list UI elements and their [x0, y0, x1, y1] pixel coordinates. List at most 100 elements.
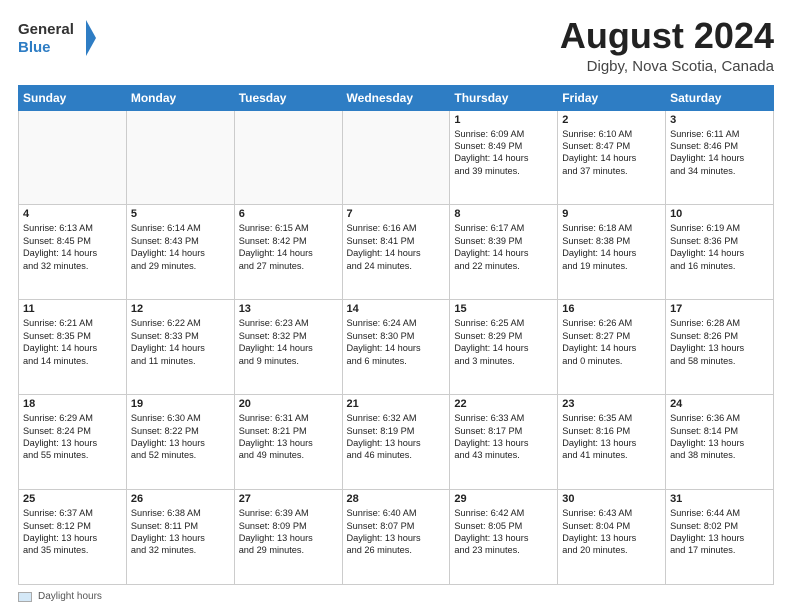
day-number: 11: [23, 303, 122, 315]
calendar-cell: 1Sunrise: 6:09 AM Sunset: 8:49 PM Daylig…: [450, 110, 558, 205]
day-info: Sunrise: 6:35 AM Sunset: 8:16 PM Dayligh…: [562, 412, 661, 462]
day-number: 22: [454, 398, 553, 410]
day-info: Sunrise: 6:25 AM Sunset: 8:29 PM Dayligh…: [454, 317, 553, 367]
weekday-header-sunday: Sunday: [19, 85, 127, 110]
day-info: Sunrise: 6:30 AM Sunset: 8:22 PM Dayligh…: [131, 412, 230, 462]
weekday-header-row: SundayMondayTuesdayWednesdayThursdayFrid…: [19, 85, 774, 110]
page: General Blue August 2024 Digby, Nova Sco…: [0, 0, 792, 612]
calendar-cell: [234, 110, 342, 205]
day-info: Sunrise: 6:09 AM Sunset: 8:49 PM Dayligh…: [454, 128, 553, 178]
calendar-cell: 5 Sunrise: 6:14 AM Sunset: 8:43 PM Daylig…: [126, 205, 234, 300]
day-number: 3: [670, 114, 769, 126]
calendar-cell: 11 Sunrise: 6:21 AM Sunset: 8:35 PM Dayli…: [19, 300, 127, 395]
svg-text:Blue: Blue: [18, 39, 51, 56]
calendar-table: SundayMondayTuesdayWednesdayThursdayFrid…: [18, 85, 774, 585]
week-row-1: 4 Sunrise: 6:13 AM Sunset: 8:45 PM Daylig…: [19, 205, 774, 300]
calendar-cell: 27Sunrise: 6:39 AM Sunset: 8:09 PM Dayli…: [234, 490, 342, 585]
calendar-cell: 15Sunrise: 6:25 AM Sunset: 8:29 PM Dayli…: [450, 300, 558, 395]
calendar-cell: 21 Sunrise: 6:32 AM Sunset: 8:19 PM Dayli…: [342, 395, 450, 490]
day-info: Sunrise: 6:17 AM Sunset: 8:39 PM Dayligh…: [454, 222, 553, 272]
day-number: 10: [670, 208, 769, 220]
day-number: 6: [239, 208, 338, 220]
weekday-header-monday: Monday: [126, 85, 234, 110]
day-info: Sunrise: 6:16 AM Sunset: 8:41 PM Dayligh…: [347, 222, 446, 272]
week-row-3: 18 Sunrise: 6:29 AM Sunset: 8:24 PM Dayli…: [19, 395, 774, 490]
calendar-cell: 23 Sunrise: 6:35 AM Sunset: 8:16 PM Dayli…: [558, 395, 666, 490]
calendar-cell: 4 Sunrise: 6:13 AM Sunset: 8:45 PM Daylig…: [19, 205, 127, 300]
calendar-cell: 22Sunrise: 6:33 AM Sunset: 8:17 PM Dayli…: [450, 395, 558, 490]
calendar-cell: 29Sunrise: 6:42 AM Sunset: 8:05 PM Dayli…: [450, 490, 558, 585]
day-number: 21: [347, 398, 446, 410]
day-number: 23: [562, 398, 661, 410]
day-number: 14: [347, 303, 446, 315]
day-info: Sunrise: 6:26 AM Sunset: 8:27 PM Dayligh…: [562, 317, 661, 367]
day-info: Sunrise: 6:18 AM Sunset: 8:38 PM Dayligh…: [562, 222, 661, 272]
calendar-cell: 7 Sunrise: 6:16 AM Sunset: 8:41 PM Daylig…: [342, 205, 450, 300]
day-info: Sunrise: 6:22 AM Sunset: 8:33 PM Dayligh…: [131, 317, 230, 367]
calendar-cell: 18 Sunrise: 6:29 AM Sunset: 8:24 PM Dayli…: [19, 395, 127, 490]
calendar-cell: 26 Sunrise: 6:38 AM Sunset: 8:11 PM Dayli…: [126, 490, 234, 585]
location: Digby, Nova Scotia, Canada: [560, 58, 774, 75]
day-number: 28: [347, 493, 446, 505]
weekday-header-saturday: Saturday: [666, 85, 774, 110]
month-title: August 2024: [560, 16, 774, 56]
day-info: Sunrise: 6:37 AM Sunset: 8:12 PM Dayligh…: [23, 507, 122, 557]
calendar-cell: [19, 110, 127, 205]
day-info: Sunrise: 6:32 AM Sunset: 8:19 PM Dayligh…: [347, 412, 446, 462]
day-number: 19: [131, 398, 230, 410]
day-info: Sunrise: 6:10 AM Sunset: 8:47 PM Dayligh…: [562, 128, 661, 178]
day-number: 7: [347, 208, 446, 220]
day-info: Sunrise: 6:24 AM Sunset: 8:30 PM Dayligh…: [347, 317, 446, 367]
calendar-cell: 3 Sunrise: 6:11 AM Sunset: 8:46 PM Daylig…: [666, 110, 774, 205]
day-info: Sunrise: 6:14 AM Sunset: 8:43 PM Dayligh…: [131, 222, 230, 272]
day-info: Sunrise: 6:29 AM Sunset: 8:24 PM Dayligh…: [23, 412, 122, 462]
day-number: 17: [670, 303, 769, 315]
calendar-cell: 24Sunrise: 6:36 AM Sunset: 8:14 PM Dayli…: [666, 395, 774, 490]
day-info: Sunrise: 6:19 AM Sunset: 8:36 PM Dayligh…: [670, 222, 769, 272]
calendar-cell: 31 Sunrise: 6:44 AM Sunset: 8:02 PM Dayli…: [666, 490, 774, 585]
calendar-cell: [126, 110, 234, 205]
calendar-cell: 13Sunrise: 6:23 AM Sunset: 8:32 PM Dayli…: [234, 300, 342, 395]
day-number: 30: [562, 493, 661, 505]
day-info: Sunrise: 6:44 AM Sunset: 8:02 PM Dayligh…: [670, 507, 769, 557]
calendar-cell: 2 Sunrise: 6:10 AM Sunset: 8:47 PM Daylig…: [558, 110, 666, 205]
day-number: 12: [131, 303, 230, 315]
calendar-cell: 19 Sunrise: 6:30 AM Sunset: 8:22 PM Dayli…: [126, 395, 234, 490]
calendar-cell: 6 Sunrise: 6:15 AM Sunset: 8:42 PM Daylig…: [234, 205, 342, 300]
day-number: 25: [23, 493, 122, 505]
day-info: Sunrise: 6:15 AM Sunset: 8:42 PM Dayligh…: [239, 222, 338, 272]
day-number: 31: [670, 493, 769, 505]
calendar-cell: 25 Sunrise: 6:37 AM Sunset: 8:12 PM Dayli…: [19, 490, 127, 585]
day-number: 8: [454, 208, 553, 220]
day-info: Sunrise: 6:21 AM Sunset: 8:35 PM Dayligh…: [23, 317, 122, 367]
day-number: 26: [131, 493, 230, 505]
day-number: 16: [562, 303, 661, 315]
logo-svg: General Blue: [18, 16, 98, 60]
day-info: Sunrise: 6:39 AM Sunset: 8:09 PM Dayligh…: [239, 507, 338, 557]
day-info: Sunrise: 6:28 AM Sunset: 8:26 PM Dayligh…: [670, 317, 769, 367]
day-number: 9: [562, 208, 661, 220]
header: General Blue August 2024 Digby, Nova Sco…: [18, 16, 774, 75]
day-info: Sunrise: 6:31 AM Sunset: 8:21 PM Dayligh…: [239, 412, 338, 462]
day-info: Sunrise: 6:11 AM Sunset: 8:46 PM Dayligh…: [670, 128, 769, 178]
title-area: August 2024 Digby, Nova Scotia, Canada: [560, 16, 774, 75]
calendar-cell: 30 Sunrise: 6:43 AM Sunset: 8:04 PM Dayli…: [558, 490, 666, 585]
day-info: Sunrise: 6:13 AM Sunset: 8:45 PM Dayligh…: [23, 222, 122, 272]
day-number: 5: [131, 208, 230, 220]
day-number: 4: [23, 208, 122, 220]
weekday-header-friday: Friday: [558, 85, 666, 110]
day-info: Sunrise: 6:40 AM Sunset: 8:07 PM Dayligh…: [347, 507, 446, 557]
day-number: 2: [562, 114, 661, 126]
calendar-cell: 20 Sunrise: 6:31 AM Sunset: 8:21 PM Dayli…: [234, 395, 342, 490]
day-number: 20: [239, 398, 338, 410]
calendar-cell: 17 Sunrise: 6:28 AM Sunset: 8:26 PM Dayli…: [666, 300, 774, 395]
day-number: 29: [454, 493, 553, 505]
day-number: 13: [239, 303, 338, 315]
calendar-cell: 10 Sunrise: 6:19 AM Sunset: 8:36 PM Dayli…: [666, 205, 774, 300]
calendar-cell: 9 Sunrise: 6:18 AM Sunset: 8:38 PM Daylig…: [558, 205, 666, 300]
day-info: Sunrise: 6:43 AM Sunset: 8:04 PM Dayligh…: [562, 507, 661, 557]
footer: Daylight hours: [18, 591, 774, 602]
day-info: Sunrise: 6:38 AM Sunset: 8:11 PM Dayligh…: [131, 507, 230, 557]
day-number: 18: [23, 398, 122, 410]
logo: General Blue: [18, 16, 98, 60]
